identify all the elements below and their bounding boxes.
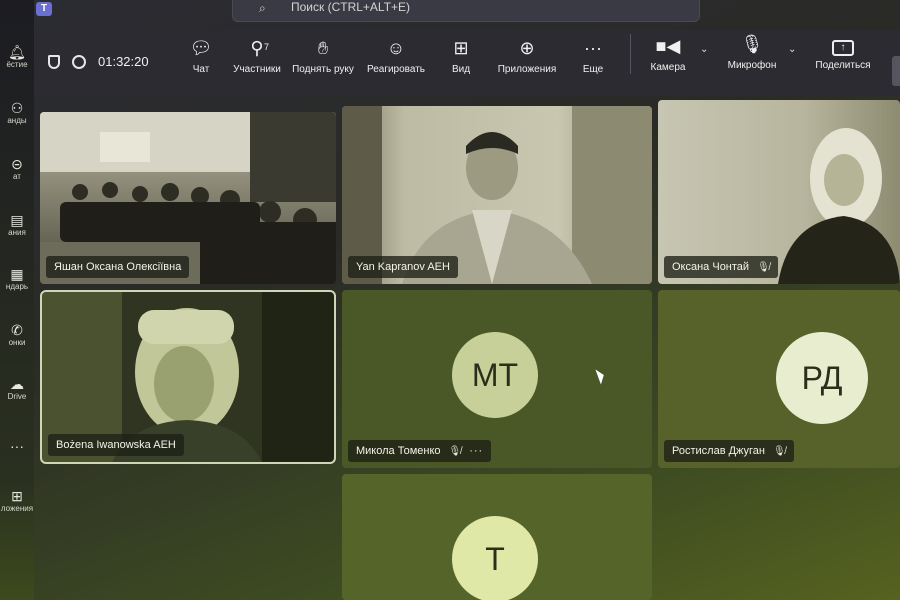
more-options-icon[interactable]: ··· xyxy=(469,445,483,457)
share-screen-icon: ↑ xyxy=(832,40,854,56)
participants-button[interactable]: ⚲ 7 Участники xyxy=(230,36,284,75)
cloud-icon: ☁ xyxy=(10,376,24,392)
chat-icon: ⊝ xyxy=(11,156,23,172)
camera-button[interactable]: ■◀ Камера xyxy=(644,34,692,73)
avatar: РД xyxy=(776,332,868,424)
microphone-icon: 🎙︎ xyxy=(740,34,764,54)
search-input[interactable]: ⌕ Поиск (CTRL+ALT+E) xyxy=(232,0,700,22)
participant-name-bar: Микола Томенко 🎙︎̸ ··· xyxy=(348,440,492,462)
camera-options-chevron-icon[interactable]: ⌄ xyxy=(700,44,708,55)
search-icon: ⌕ xyxy=(259,1,266,15)
participant-name: Ростислав Джуган xyxy=(672,445,765,457)
toolbar-divider xyxy=(630,34,631,74)
rail-item-activity[interactable]: 🔔︎ ёстие xyxy=(0,44,34,69)
participant-tile-room[interactable]: Яшан Оксана Олексіївна xyxy=(40,112,336,284)
add-app-icon: ⊕ xyxy=(519,38,535,58)
raise-hand-button[interactable]: ✋︎ Поднять руку xyxy=(290,36,356,75)
mic-options-chevron-icon[interactable]: ⌄ xyxy=(788,44,796,55)
rail-more-button[interactable]: ··· xyxy=(0,438,34,454)
participant-tile-oksana-chontai[interactable]: Оксана Чонтай 🎙︎̸ xyxy=(658,100,900,284)
meeting-info: 01:32:20 xyxy=(48,54,149,69)
participant-name-bar: Оксана Чонтай 🎙︎̸ xyxy=(664,256,778,278)
chat-icon: 💬︎ xyxy=(189,38,213,58)
rail-item-calls[interactable]: ✆ онки xyxy=(0,322,34,347)
app-rail: 🔔︎ ёстие ⚇ анды ⊝ ат ▤ ания ▦ ндарь ✆ онки ☁ Dr… xyxy=(0,0,34,600)
bell-icon: 🔔︎ xyxy=(8,44,26,60)
participant-name: Яшан Оксана Олексіївна xyxy=(54,261,182,273)
assignments-icon: ▤ xyxy=(10,212,24,228)
more-button[interactable]: ··· Еще xyxy=(578,36,608,75)
apps-button[interactable]: ⊕ Приложения xyxy=(492,36,562,75)
meeting-timer: 01:32:20 xyxy=(98,54,149,69)
rail-item-apps[interactable]: ⊞ ложения xyxy=(0,488,34,513)
participant-name-bar: Ростислав Джуган 🎙︎̸ xyxy=(664,440,794,462)
ellipsis-icon: ··· xyxy=(584,38,602,58)
participant-tile-rostyslav-dzhuhan[interactable]: РД Ростислав Джуган 🎙︎̸ xyxy=(658,290,900,468)
search-placeholder: Поиск (CTRL+ALT+E) xyxy=(291,0,411,14)
avatar: Т xyxy=(452,516,538,600)
rail-item-onedrive[interactable]: ☁ Drive xyxy=(0,376,34,401)
shield-icon[interactable] xyxy=(48,54,60,69)
chat-button[interactable]: 💬︎ Чат xyxy=(186,36,216,75)
avatar: МТ xyxy=(452,332,538,418)
rail-item-assignments[interactable]: ▤ ания xyxy=(0,212,34,237)
mic-off-icon: 🎙︎̸ xyxy=(448,445,462,457)
rail-item-chat[interactable]: ⊝ ат xyxy=(0,156,34,181)
smiley-icon: ☺ xyxy=(386,38,406,58)
react-button[interactable]: ☺ Реагировать xyxy=(364,36,428,75)
participant-tile-bozena-iwanowska[interactable]: Bożena Iwanowska AEH xyxy=(40,290,336,464)
hand-icon: ✋︎ xyxy=(317,38,329,58)
teams-meeting-window: 🔔︎ ёстие ⚇ анды ⊝ ат ▤ ания ▦ ндарь ✆ онки ☁ Dr… xyxy=(0,0,900,600)
participant-name: Оксана Чонтай xyxy=(672,261,750,273)
teams-logo: T xyxy=(36,2,52,16)
view-button[interactable]: ⊞ Вид xyxy=(446,36,476,75)
participant-name: Yan Kapranov AEH xyxy=(356,261,450,273)
recording-status-icon xyxy=(72,54,86,69)
participant-tile-yan-kapranov[interactable]: Yan Kapranov AEH xyxy=(342,106,652,284)
ellipsis-icon: ··· xyxy=(10,438,24,454)
people-icon: ⚲ xyxy=(250,38,264,58)
rail-item-teams[interactable]: ⚇ анды xyxy=(0,100,34,125)
share-button[interactable]: ↑ Поделиться xyxy=(810,32,876,71)
participant-name-bar: Yan Kapranov AEH xyxy=(348,256,458,278)
mic-button[interactable]: 🎙︎ Микрофон xyxy=(722,32,782,71)
teams-icon: ⚇ xyxy=(10,100,24,116)
mic-off-icon: 🎙︎̸ xyxy=(772,445,786,457)
calendar-icon: ▦ xyxy=(10,266,24,282)
participant-name: Bożena Iwanowska AEH xyxy=(56,439,176,451)
mic-off-icon: 🎙︎̸ xyxy=(757,261,770,273)
add-apps-icon: ⊞ xyxy=(11,488,23,504)
window-edge xyxy=(892,56,900,86)
participant-name: Микола Томенко xyxy=(356,445,441,457)
participants-count: 7 xyxy=(264,42,270,52)
grid-view-icon: ⊞ xyxy=(453,38,469,58)
camera-icon: ■◀ xyxy=(655,36,681,56)
meeting-toolbar: 01:32:20 💬︎ Чат ⚲ 7 Участники ✋︎ Поднять… xyxy=(34,30,900,96)
rail-item-calendar[interactable]: ▦ ндарь xyxy=(0,266,34,291)
participant-name-bar: Bożena Iwanowska AEH xyxy=(48,434,184,456)
participant-name-bar: Яшан Оксана Олексіївна xyxy=(46,256,190,278)
participant-tile-t[interactable]: Т xyxy=(342,474,652,600)
phone-icon: ✆ xyxy=(11,322,23,338)
